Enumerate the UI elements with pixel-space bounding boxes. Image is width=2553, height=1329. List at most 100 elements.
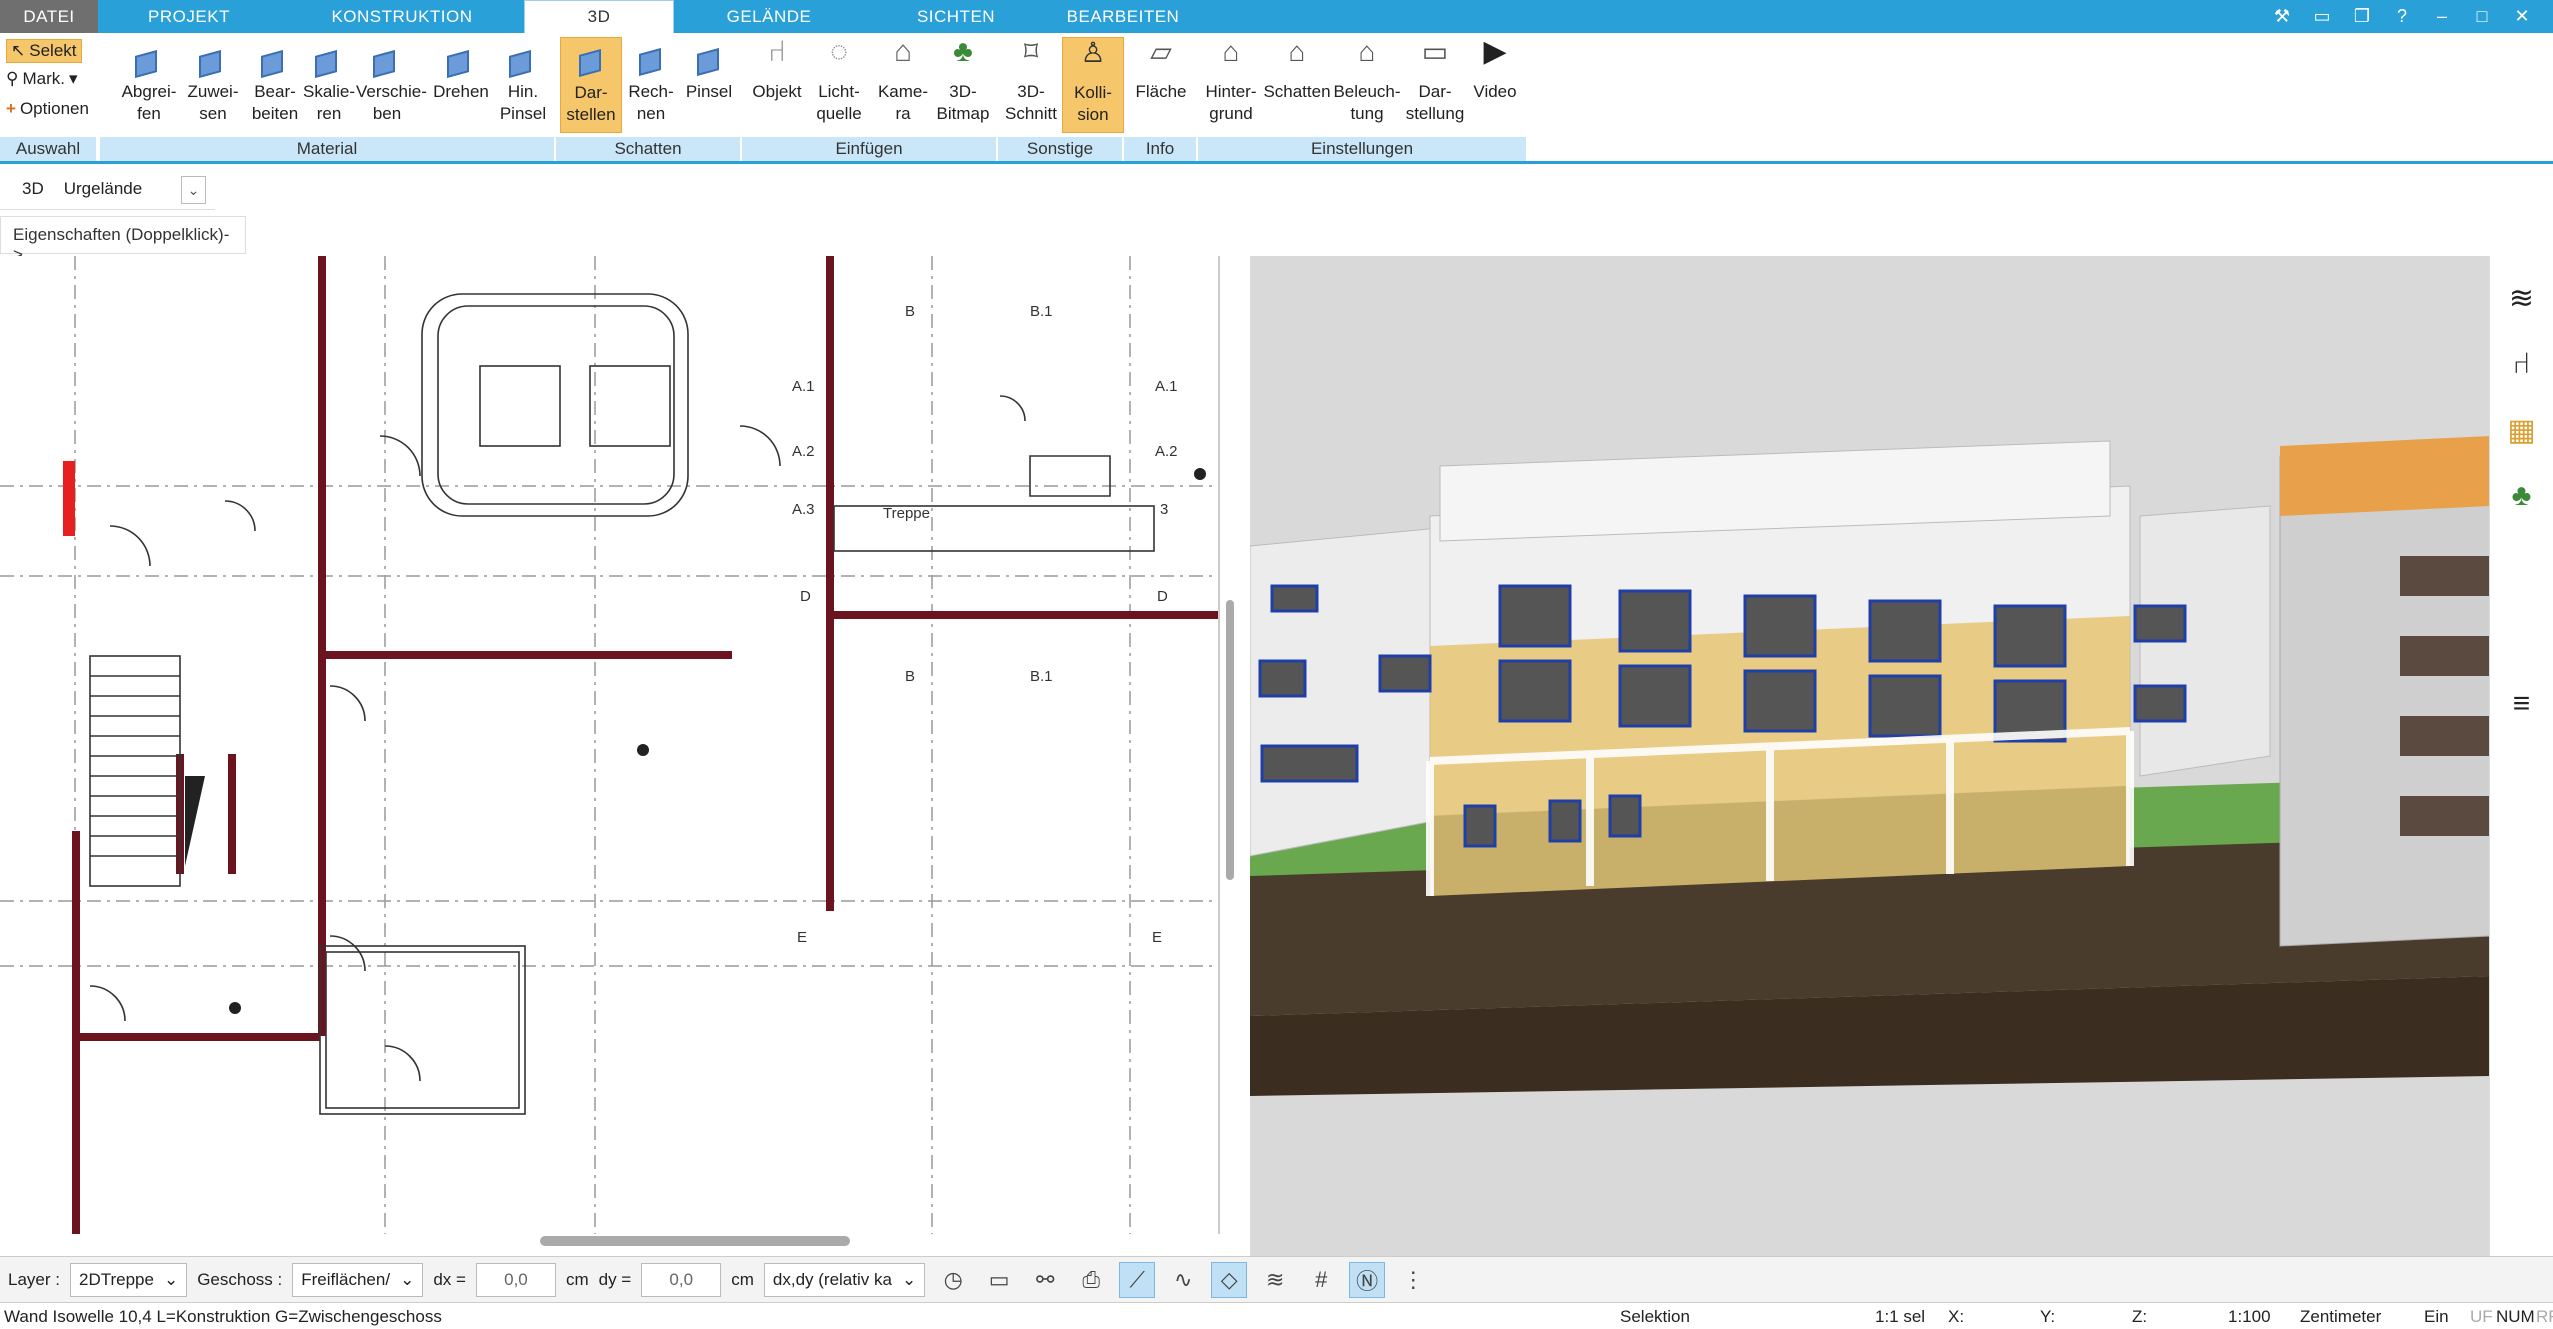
more-options-icon[interactable]: ⋮ — [1395, 1262, 1431, 1298]
hin-pinsel-button[interactable]: Hin. Pinsel — [492, 37, 554, 133]
bearbeiten-button[interactable]: Bear- beiten — [244, 37, 306, 133]
edit-icon — [255, 41, 295, 79]
chair-icon[interactable]: ⑁ — [2498, 340, 2546, 388]
background-icon: ⌂ — [1222, 36, 1240, 67]
optionen-button[interactable]: + Optionen — [6, 99, 89, 119]
plan-label-e: E — [797, 929, 807, 946]
3d-schnitt-button[interactable]: ⌑ 3D- Schnitt — [1000, 37, 1062, 133]
snap-line-icon[interactable]: ⟋ — [1119, 1261, 1156, 1298]
dx-label: dx = — [433, 1269, 466, 1289]
rechnen-button[interactable]: Rech- nen — [620, 37, 682, 133]
tab-3d[interactable]: 3D — [524, 0, 674, 33]
dx-unit: cm — [565, 1269, 589, 1289]
group-material: Abgrei- fen Zuwei- sen Bear- beiten Skal… — [100, 33, 556, 161]
layers-icon[interactable]: ≋ — [1257, 1262, 1293, 1298]
plan-label-a3: A.3 — [792, 501, 815, 518]
drehen-button[interactable]: Drehen — [430, 37, 492, 133]
dy-label: dy = — [598, 1269, 632, 1289]
coordinate-mode-select[interactable]: dx,dy (relativ ka ⌄ — [763, 1262, 926, 1297]
tab-projekt[interactable]: PROJEKT — [98, 0, 280, 33]
group-einstellungen: ⌂ Hinter- grund ⌂ Schatten ⌂ Beleuch- tung … — [1198, 33, 1528, 161]
tools-icon[interactable]: ⚒ — [2269, 6, 2295, 27]
selekt-button[interactable]: ↖ Selekt — [6, 39, 82, 63]
help-icon[interactable]: ? — [2389, 6, 2415, 27]
lichtquelle-button[interactable]: ◌ Licht- quelle — [808, 37, 870, 133]
darstellung-button[interactable]: ▭ Dar- stellung — [1404, 37, 1466, 133]
dx-input[interactable]: 0,0 — [475, 1262, 556, 1297]
maximize-icon[interactable]: □ — [2469, 6, 2495, 27]
assign-icon — [193, 41, 233, 79]
network-icon[interactable]: ⚯ — [1027, 1262, 1063, 1298]
pinsel-button[interactable]: Pinsel — [678, 37, 740, 133]
status-unit: Zentimeter — [2300, 1307, 2382, 1326]
shadow-calc-icon — [631, 41, 671, 79]
tree-icon[interactable]: ♣ — [2498, 472, 2546, 520]
house-light-icon: ⌂ — [1358, 36, 1376, 67]
material-palette-icon[interactable]: ▦ — [2498, 406, 2546, 454]
geschoss-select[interactable]: Freiflächen/⌄ — [292, 1262, 424, 1297]
plane-icon[interactable]: ◇ — [1211, 1261, 1248, 1298]
shadow-brush-icon — [689, 41, 729, 79]
move-icon — [367, 41, 407, 79]
monitor-icon: ▭ — [1421, 36, 1449, 67]
view-selector-value[interactable]: Urgelände — [64, 179, 142, 199]
tab-bearbeiten[interactable]: BEARBEITEN — [1048, 0, 1198, 33]
skalieren-button[interactable]: Skalie- ren — [298, 37, 360, 133]
restore-icon[interactable]: ❐ — [2349, 6, 2375, 27]
menu-tabs: DATEI PROJEKT KONSTRUKTION 3D GELÄNDE SI… — [0, 0, 2553, 33]
tab-datei[interactable]: DATEI — [0, 0, 98, 33]
schatten-settings-button[interactable]: ⌂ Schatten — [1262, 37, 1332, 133]
monitor-icon[interactable]: ▭ — [981, 1262, 1017, 1298]
group-label-einstellungen: Einstellungen — [1198, 137, 1528, 161]
layer-select[interactable]: 2DTreppe ⌄ — [69, 1262, 188, 1297]
objekt-button[interactable]: ⑁ Objekt — [746, 37, 808, 133]
status-ein: Ein — [2424, 1307, 2449, 1326]
status-uf: UF — [2470, 1307, 2493, 1326]
hintergrund-button[interactable]: ⌂ Hinter- grund — [1200, 37, 1262, 133]
group-label-auswahl: Auswahl — [0, 137, 98, 161]
beleuchtung-button[interactable]: ⌂ Beleuch- tung — [1332, 37, 1402, 133]
tab-konstruktion[interactable]: KONSTRUKTION — [280, 0, 524, 33]
properties-button[interactable]: Eigenschaften (Doppelklick)-> — [0, 216, 246, 264]
3d-view[interactable] — [1250, 256, 2490, 1256]
zuweisen-button[interactable]: Zuwei- sen — [182, 37, 244, 133]
north-icon[interactable]: Ⓝ — [1349, 1261, 1386, 1298]
status-scale: 1:100 — [2228, 1307, 2271, 1326]
plan-label-b-lower: B — [905, 668, 915, 685]
group-info: ▱ Fläche Info — [1124, 33, 1198, 161]
plan-vertical-scrollbar[interactable] — [1226, 600, 1234, 880]
chevron-down-icon: ⌄ — [163, 1269, 179, 1289]
group-label-info: Info — [1124, 137, 1198, 161]
3d-model-render — [1250, 256, 2490, 1256]
layers-icon[interactable]: ≋ — [2498, 274, 2546, 322]
tab-sichten[interactable]: SICHTEN — [864, 0, 1048, 33]
group-label-sonstige: Sonstige — [998, 137, 1124, 161]
3d-bitmap-button[interactable]: ♣ 3D- Bitmap — [932, 37, 994, 133]
darstellen-button[interactable]: Dar- stellen — [560, 37, 622, 133]
menu-icon[interactable]: ≡ — [2498, 680, 2546, 728]
snap-curve-icon[interactable]: ∿ — [1165, 1262, 1201, 1298]
kollision-button[interactable]: ♙ Kolli- sion — [1062, 37, 1124, 133]
plan-label-b1: B.1 — [1030, 303, 1053, 320]
floor-plan-view[interactable]: Treppe A.1 A.2 A.3 A.1 A.2 3 B B B.1 B.1… — [0, 256, 1220, 1234]
lightbulb-icon: ◌ — [830, 35, 848, 68]
clock-icon[interactable]: ◷ — [935, 1262, 971, 1298]
mark-button[interactable]: ⚲ Mark. ▾ — [6, 69, 78, 89]
collision-icon: ♙ — [1080, 37, 1106, 68]
close-icon[interactable]: ✕ — [2509, 6, 2535, 27]
printer-icon[interactable]: ⎙ — [1073, 1262, 1109, 1298]
minimize-icon[interactable]: – — [2429, 6, 2455, 27]
tab-gelaende[interactable]: GELÄNDE — [674, 0, 864, 33]
window-icon[interactable]: ▭ — [2309, 6, 2335, 27]
plan-horizontal-scrollbar[interactable] — [540, 1236, 850, 1246]
chair-icon: ⑁ — [768, 35, 786, 68]
abgreifen-button[interactable]: Abgrei- fen — [118, 37, 180, 133]
view-selector-dropdown[interactable]: ⌄ — [181, 176, 206, 204]
verschieben-button[interactable]: Verschie- ben — [356, 37, 427, 133]
floor-plan-drawing: Treppe A.1 A.2 A.3 A.1 A.2 3 B B B.1 B.1… — [0, 256, 1218, 1234]
kamera-button[interactable]: ⌂ Kame- ra — [872, 37, 934, 133]
grid-icon[interactable]: # — [1303, 1262, 1339, 1298]
dy-input[interactable]: 0,0 — [641, 1262, 722, 1297]
video-button[interactable]: ▶ Video — [1464, 37, 1526, 133]
flaeche-button[interactable]: ▱ Fläche — [1130, 37, 1192, 133]
